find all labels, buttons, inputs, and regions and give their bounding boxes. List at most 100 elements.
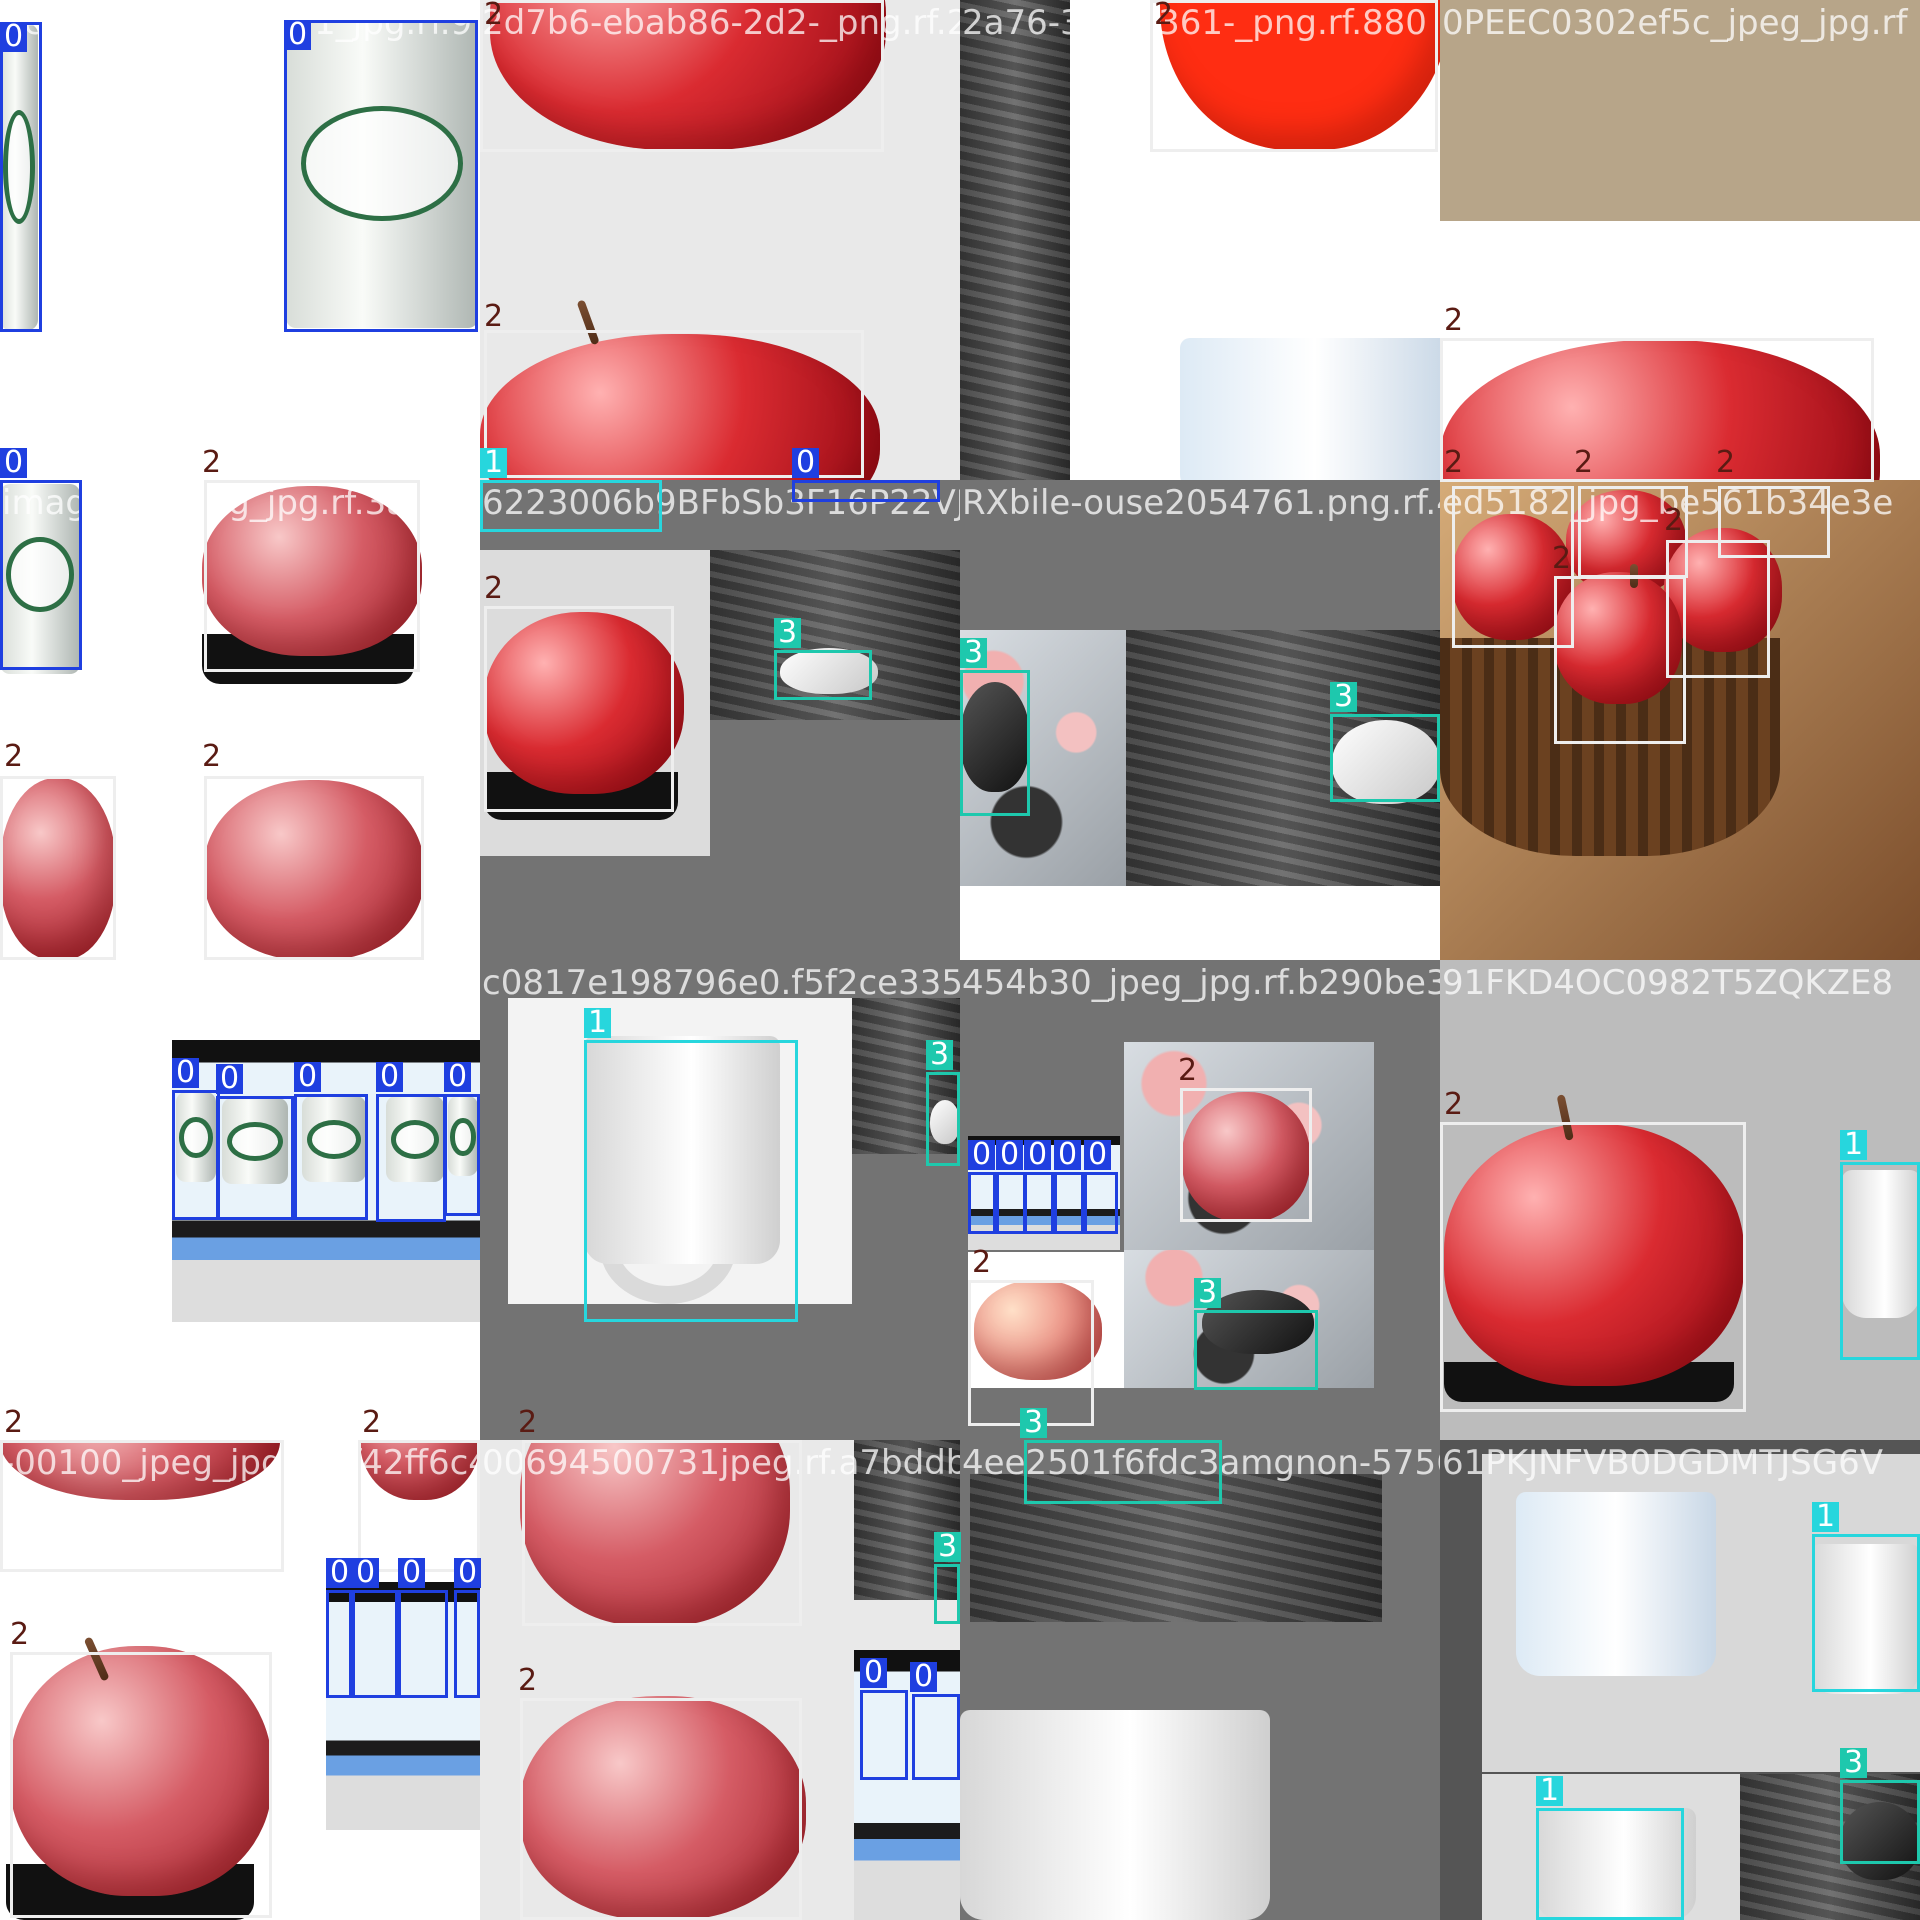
bbox-label-2: 2 xyxy=(518,1663,538,1698)
bbox-class-1 xyxy=(1812,1534,1920,1692)
wood-strip xyxy=(960,0,1070,480)
bbox-label-0: 0 xyxy=(454,1558,482,1588)
bbox-label-1: 1 xyxy=(1812,1502,1840,1532)
bbox-class-1 xyxy=(1840,1162,1920,1360)
bbox-class-2 xyxy=(358,1440,480,1572)
bbox-label-0: 0 xyxy=(326,1558,354,1588)
bbox-class-0 xyxy=(860,1690,908,1780)
bbox-label-2: 2 xyxy=(1716,445,1736,480)
bbox-label-0: 0 xyxy=(860,1658,888,1688)
bbox-label-3: 3 xyxy=(926,1040,954,1070)
gray-band xyxy=(960,480,1440,630)
bbox-label-2: 2 xyxy=(4,1405,24,1440)
bbox-label-3: 3 xyxy=(774,618,802,648)
bbox-label-3: 3 xyxy=(1840,1748,1868,1778)
bbox-label-1: 1 xyxy=(584,1008,612,1038)
bbox-label-0: 0 xyxy=(216,1064,244,1094)
bbox-class-3 xyxy=(1194,1310,1318,1390)
tile-title: c0817e198796e0.f5f2ce335e xyxy=(482,963,960,1003)
tile-title: images_116_jpeg.rf.9eaeeb xyxy=(2,963,470,1003)
bbox-label-0: 0 xyxy=(376,1062,404,1092)
bbox-class-3 xyxy=(926,1072,960,1166)
bbox-class-0 xyxy=(172,1090,220,1220)
bbox-label-2: 2 xyxy=(484,0,504,32)
bbox-class-2 xyxy=(1440,1122,1746,1412)
bbox-label-2: 2 xyxy=(362,1405,382,1440)
annotated-image-mosaic: beverage_cans-221_jpg.rf.9 2d7b6-ebab86-… xyxy=(0,0,1920,1920)
blue-byle-mug xyxy=(1516,1492,1716,1676)
bbox-label-3: 3 xyxy=(1194,1278,1222,1308)
bbox-class-0 xyxy=(1054,1172,1084,1234)
bbox-label-0: 0 xyxy=(172,1058,200,1088)
bbox-label-0: 0 xyxy=(792,448,820,478)
bbox-label-2: 2 xyxy=(1178,1053,1198,1088)
bbox-class-0 xyxy=(454,1590,480,1698)
bbox-class-2 xyxy=(522,1440,802,1626)
bbox-label-0: 0 xyxy=(910,1662,938,1692)
glass-mug xyxy=(960,1710,1270,1920)
bbox-class-0 xyxy=(1084,1172,1118,1234)
bbox-class-0 xyxy=(352,1590,398,1698)
bbox-label-0: 0 xyxy=(996,1140,1024,1170)
bbox-class-3 xyxy=(1024,1440,1222,1504)
blue-mug xyxy=(1180,338,1440,480)
bbox-class-3 xyxy=(1840,1780,1920,1864)
bbox-class-2 xyxy=(1440,338,1874,482)
tile-32: 4ee2501f6fdc3amgnon-5756 xyxy=(960,1440,1440,1920)
bbox-class-0 xyxy=(0,22,42,332)
bbox-label-1: 1 xyxy=(1536,1776,1564,1806)
bbox-class-2 xyxy=(1150,0,1438,152)
bbox-label-2: 2 xyxy=(484,571,504,606)
bbox-class-0 xyxy=(968,1172,996,1234)
bbox-label-1: 1 xyxy=(1840,1130,1868,1160)
bbox-label-2: 2 xyxy=(4,739,24,774)
bbox-class-2 xyxy=(480,0,884,152)
bbox-label-2: 2 xyxy=(1552,541,1572,576)
bbox-class-2 xyxy=(10,1652,272,1918)
bbox-label-2: 2 xyxy=(1444,1087,1464,1122)
bbox-label-0: 0 xyxy=(1054,1140,1082,1170)
bbox-label-0: 0 xyxy=(0,448,28,478)
bbox-class-0 xyxy=(0,480,82,670)
bbox-class-3 xyxy=(960,670,1030,816)
bbox-class-0 xyxy=(1024,1172,1054,1234)
bbox-class-2 xyxy=(0,776,116,960)
bbox-label-2: 2 xyxy=(1154,0,1174,32)
tile-title: 454b30_jpeg_jpg.rf.b290be3 xyxy=(962,963,1440,1003)
bbox-label-2: 2 xyxy=(1664,503,1684,538)
bbox-label-2: 2 xyxy=(484,299,504,334)
bbox-label-2: 2 xyxy=(202,739,222,774)
bbox-class-0 xyxy=(398,1590,448,1698)
bbox-label-0: 0 xyxy=(294,1062,322,1092)
bbox-class-1 xyxy=(1536,1808,1684,1920)
bbox-label-3: 3 xyxy=(1330,682,1358,712)
bbox-class-3 xyxy=(774,650,872,700)
bbox-class-1 xyxy=(480,480,662,532)
bbox-label-2: 2 xyxy=(518,1405,538,1440)
bbox-class-1 xyxy=(584,1040,798,1322)
bbox-class-2 xyxy=(0,1440,284,1572)
bbox-class-2 xyxy=(520,1698,802,1920)
bbox-class-2 xyxy=(1554,576,1686,744)
bbox-label-0: 0 xyxy=(0,22,28,52)
bbox-class-0 xyxy=(912,1694,960,1780)
bbox-class-0 xyxy=(326,1590,352,1698)
bbox-label-2: 2 xyxy=(10,1617,30,1652)
bbox-class-0 xyxy=(792,480,940,502)
bbox-class-2 xyxy=(204,776,424,960)
bbox-class-2 xyxy=(1180,1088,1312,1222)
bbox-label-0: 0 xyxy=(968,1140,996,1170)
bbox-label-0: 0 xyxy=(398,1558,426,1588)
bbox-class-2 xyxy=(484,606,674,812)
bbox-label-2: 2 xyxy=(1444,445,1464,480)
bbox-class-0 xyxy=(996,1172,1026,1234)
tile-title: 0PEEC0302ef5c_jpeg_jpg.rf xyxy=(1442,3,1908,43)
bbox-class-3 xyxy=(934,1564,960,1624)
bbox-class-0 xyxy=(376,1094,446,1222)
bbox-label-0: 0 xyxy=(352,1558,380,1588)
bbox-class-0 xyxy=(216,1096,294,1220)
bbox-label-0: 0 xyxy=(284,20,312,50)
bbox-class-0 xyxy=(444,1094,480,1216)
bbox-class-2 xyxy=(204,480,420,672)
tile-title: 91FKD4OC0982T5ZQKZE8 xyxy=(1442,963,1894,1003)
